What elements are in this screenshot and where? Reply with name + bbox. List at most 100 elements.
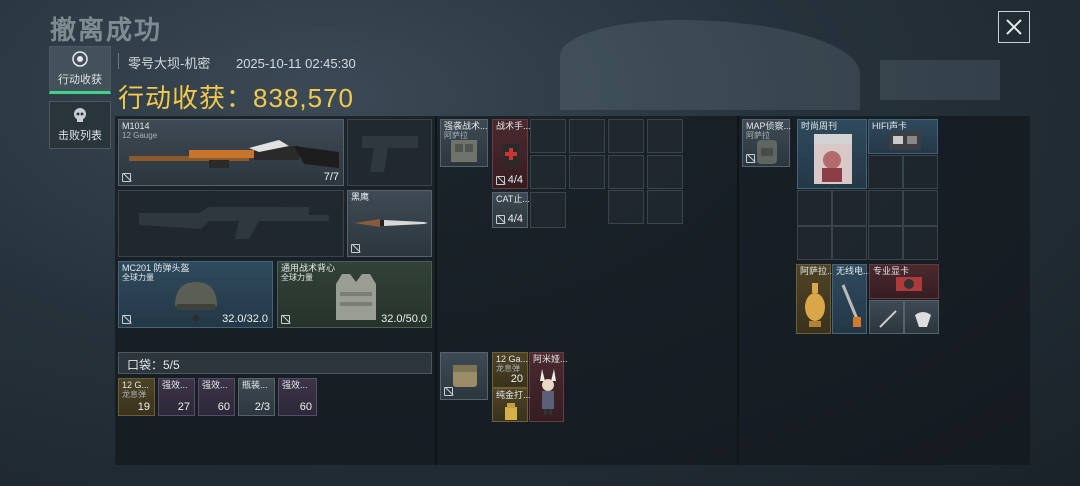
helmet-brand: 全球力量 xyxy=(122,273,154,282)
tab-kill-list-label: 击败列表 xyxy=(58,130,102,142)
secure-lock-icon xyxy=(444,387,453,396)
background-scenery-2 xyxy=(880,60,1000,100)
rig-cell[interactable] xyxy=(647,155,683,189)
rig-item-bandage[interactable]: 战术手... 4/4 xyxy=(492,119,531,189)
divider xyxy=(118,53,119,69)
pocket-item-name: 瓶装... xyxy=(242,380,268,390)
knife-icon xyxy=(354,219,428,227)
tool-icon xyxy=(879,310,897,328)
pouch-item-ammo[interactable]: 12 Ga... 龙息弹 20 xyxy=(492,352,528,388)
secure-lock-icon xyxy=(496,176,505,185)
pistol-slot[interactable] xyxy=(347,119,432,186)
pocket-header: 口袋：5/5 xyxy=(118,352,432,374)
helmet-slot[interactable]: MC201 防弹头盔 全球力量 32.0/32.0 xyxy=(118,261,273,328)
backpack-icon xyxy=(757,140,777,164)
loot-icon xyxy=(72,51,88,67)
tab-loot-label: 行动收获 xyxy=(58,74,102,86)
tab-kill-list[interactable]: 击败列表 xyxy=(49,101,111,149)
haul-total: 行动收获：838,570 xyxy=(118,78,354,115)
rig-cell[interactable] xyxy=(569,155,605,189)
rig-cell[interactable] xyxy=(647,190,683,224)
rig-cell[interactable] xyxy=(647,119,683,153)
bp-item-mask[interactable] xyxy=(904,300,939,334)
vest-slot[interactable]: 通用战术背心 全球力量 32.0/50.0 xyxy=(277,261,432,328)
background-scenery xyxy=(560,20,860,110)
pocket-item-count: 60 xyxy=(299,401,312,413)
secure-lock-icon xyxy=(122,315,131,324)
rig-item-name: 战术手... xyxy=(496,121,531,131)
haul-value: 838,570 xyxy=(253,83,354,113)
bp-cell[interactable] xyxy=(868,226,903,260)
raid-meta: 零号大坝-机密 2025-10-11 02:45:30 xyxy=(128,53,356,72)
shotgun-icon xyxy=(129,140,339,168)
bp-item-radio[interactable]: 无线电... xyxy=(832,264,871,334)
pouch-item-gold[interactable]: 纯金打... xyxy=(492,388,531,422)
bp-cell[interactable] xyxy=(797,226,832,260)
pocket-item-name: 强效... xyxy=(202,380,228,390)
bp-item-gpu[interactable]: 专业显卡 xyxy=(869,264,939,299)
bp-cell[interactable] xyxy=(832,226,867,260)
golden-jug-icon xyxy=(805,283,825,327)
pouch-item-name: 阿米娅... xyxy=(533,354,568,364)
raid-datetime: 2025-10-11 02:45:30 xyxy=(235,56,356,71)
secondary-weapon-slot[interactable] xyxy=(118,190,344,257)
pocket-item-count: 2/3 xyxy=(254,401,270,413)
bp-cell[interactable] xyxy=(868,155,903,189)
rig-cell[interactable] xyxy=(608,155,644,189)
knife-slot[interactable]: 黑鹰 xyxy=(347,190,432,257)
pouch-icon xyxy=(453,365,477,387)
knife-name: 黑鹰 xyxy=(351,192,370,202)
rig-slot[interactable]: 强袭战术... 阿萨拉 xyxy=(440,119,488,167)
secure-lock-icon xyxy=(122,173,131,182)
pocket-slot-4[interactable]: 瓶装... 2/3 xyxy=(238,378,275,416)
rifle-silhouette-icon xyxy=(139,207,329,239)
bp-cell[interactable] xyxy=(903,190,938,226)
pouch-slot[interactable] xyxy=(440,352,488,400)
pocket-slot-1[interactable]: 12 G... 龙息弹 19 xyxy=(118,378,155,416)
close-button[interactable] xyxy=(998,11,1030,43)
helmet-durability: 32.0/32.0 xyxy=(222,313,268,325)
primary-weapon-name: M1014 xyxy=(122,121,150,131)
rig-item-name: CAT止... xyxy=(496,194,530,204)
skull-icon xyxy=(74,108,86,122)
backpack-slot[interactable]: MAP侦察... 阿萨拉 xyxy=(742,119,792,167)
rig-item-count: 4/4 xyxy=(507,213,523,225)
rig-cell[interactable] xyxy=(530,119,566,153)
primary-weapon-slot[interactable]: M1014 12 Gauge 7/7 xyxy=(118,119,344,186)
rig-cell[interactable] xyxy=(530,192,566,228)
pocket-slot-3[interactable]: 强效... 60 xyxy=(198,378,235,416)
bp-cell[interactable] xyxy=(797,190,832,226)
rig-cell[interactable] xyxy=(569,119,605,153)
secure-lock-icon xyxy=(351,244,360,253)
rig-item-tourniquet[interactable]: CAT止... 4/4 xyxy=(492,192,530,228)
backpack-name: MAP侦察... xyxy=(746,121,792,131)
tab-loot[interactable]: 行动收获 xyxy=(49,46,111,94)
ammo-count: 7/7 xyxy=(323,171,339,183)
pouch-item-figure[interactable]: 阿米娅... xyxy=(529,352,568,422)
gpu-icon xyxy=(896,277,922,291)
pocket-item-count: 60 xyxy=(217,401,230,413)
soundcard-icon xyxy=(889,132,921,150)
bp-item-jug[interactable]: 阿萨拉... xyxy=(796,264,835,334)
pocket-item-sub: 龙息弹 xyxy=(122,390,146,399)
bp-cell[interactable] xyxy=(868,190,903,226)
rig-cell[interactable] xyxy=(608,119,644,153)
bp-cell[interactable] xyxy=(903,155,938,189)
bp-item-name: 无线电... xyxy=(836,266,871,276)
bp-cell[interactable] xyxy=(903,226,938,260)
pocket-slot-2[interactable]: 强效... 27 xyxy=(158,378,195,416)
bp-cell[interactable] xyxy=(832,190,867,226)
radio-icon xyxy=(841,284,861,327)
rig-cell[interactable] xyxy=(530,155,566,189)
bp-item-soundcard[interactable]: HIFI声卡 xyxy=(868,119,938,154)
pocket-item-count: 27 xyxy=(177,401,190,413)
pouch-item-count: 20 xyxy=(510,373,523,385)
pocket-slot-5[interactable]: 强效... 60 xyxy=(278,378,317,416)
bp-item-magazine[interactable]: 时尚周刊 xyxy=(797,119,867,189)
rig-cell[interactable] xyxy=(608,190,644,224)
pouch-item-name: 纯金打... xyxy=(496,390,531,400)
bp-item-knife-small[interactable] xyxy=(869,300,904,334)
haul-label: 行动收获： xyxy=(118,83,254,113)
lighter-icon xyxy=(505,403,517,420)
panel-divider xyxy=(737,116,739,465)
